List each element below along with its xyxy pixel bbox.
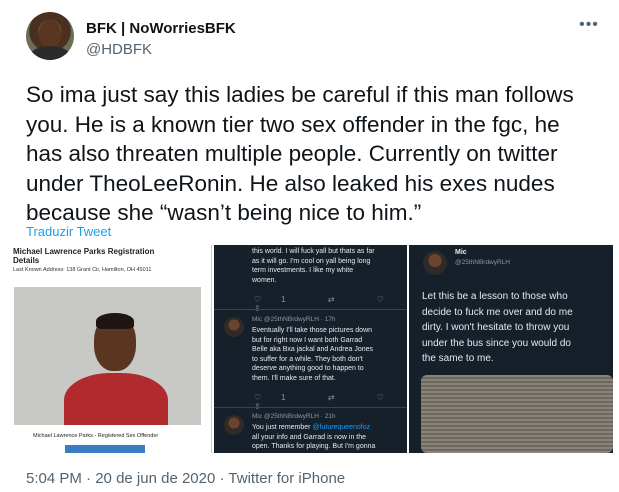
separator-dot: · (86, 470, 92, 487)
tweet-image-handle: @25thNBrdwyRLH (455, 259, 511, 266)
thread-top-text: this world. I will fuck yall but thats a… (252, 248, 375, 284)
media-image-tweet[interactable]: Mic @25thNBrdwyRLH Let this be a lesson … (409, 245, 613, 453)
thread-top-actions: ♡1 ⇄ ♡ ⇪ (254, 295, 404, 313)
user-handle[interactable]: @HDBFK (86, 41, 152, 58)
mugshot-shirt (64, 373, 168, 425)
tweet-header: BFK | NoWorriesBFK @HDBFK ••• (26, 12, 601, 62)
thread-reply1-avatar (224, 317, 244, 337)
tweet-image-avatar (423, 251, 447, 275)
tweet-time[interactable]: 5:04 PM (26, 470, 82, 487)
mugshot-hair (96, 313, 134, 329)
tweet-footer: 5:04 PM · 20 de jun de 2020 · Twitter fo… (26, 470, 345, 487)
avatar[interactable] (26, 12, 74, 60)
thread-reply2-header: Mic @25thNBrdwyRLH · 21h (252, 413, 336, 420)
tweet-image-name: Mic (455, 249, 467, 256)
window-blinds-photo (421, 375, 613, 453)
thread-reply2-text-start: You just remember (252, 424, 313, 431)
media-image-thread[interactable]: this world. I will fuck yall but thats a… (214, 245, 407, 453)
thread-divider-1 (214, 309, 407, 310)
display-name[interactable]: BFK | NoWorriesBFK (86, 20, 236, 37)
media-grid[interactable]: Michael Lawrence Parks Registration Deta… (5, 245, 613, 453)
thread-reply2-mention[interactable]: @futurequeenofoz (312, 424, 370, 431)
thread-reply2-avatar (224, 415, 244, 435)
tweet-source: Twitter for iPhone (228, 470, 346, 487)
registry-caption: Michael Lawrence Parks - Registered Sex … (33, 433, 159, 439)
separator-dot: · (219, 470, 225, 487)
registry-button-bar (65, 445, 145, 453)
media-image-registry[interactable]: Michael Lawrence Parks Registration Deta… (5, 245, 212, 453)
more-horizontal-icon[interactable]: ••• (577, 17, 601, 38)
avatar-face (39, 20, 61, 48)
thread-reply1-text: Eventually I'll take those pictures down… (252, 327, 374, 382)
registry-address: Last Known Address: 138 Grant Cir, Hamil… (13, 267, 152, 273)
thread-reply1-actions: ♡1 ⇄ ♡ ⇪ (254, 393, 404, 411)
tweet-date[interactable]: 20 de jun de 2020 (95, 470, 215, 487)
avatar-shirt (30, 46, 70, 60)
thread-divider-2 (214, 407, 407, 408)
tweet-image-text: Let this be a lesson to those who decide… (422, 291, 573, 364)
mugshot-photo (14, 287, 201, 425)
registry-title: Michael Lawrence Parks Registration Deta… (13, 247, 155, 265)
thread-reply2-text: You just remember @futurequeenofoz all y… (252, 423, 404, 452)
translate-tweet-link[interactable]: Traduzir Tweet (26, 224, 111, 239)
thread-reply2-text-rest: all your info and Garrad is now in the o… (252, 433, 376, 451)
tweet-text: So ima just say this ladies be careful i… (26, 82, 574, 225)
thread-reply1-header: Mic @25thNBrdwyRLH · 17h (252, 316, 336, 323)
